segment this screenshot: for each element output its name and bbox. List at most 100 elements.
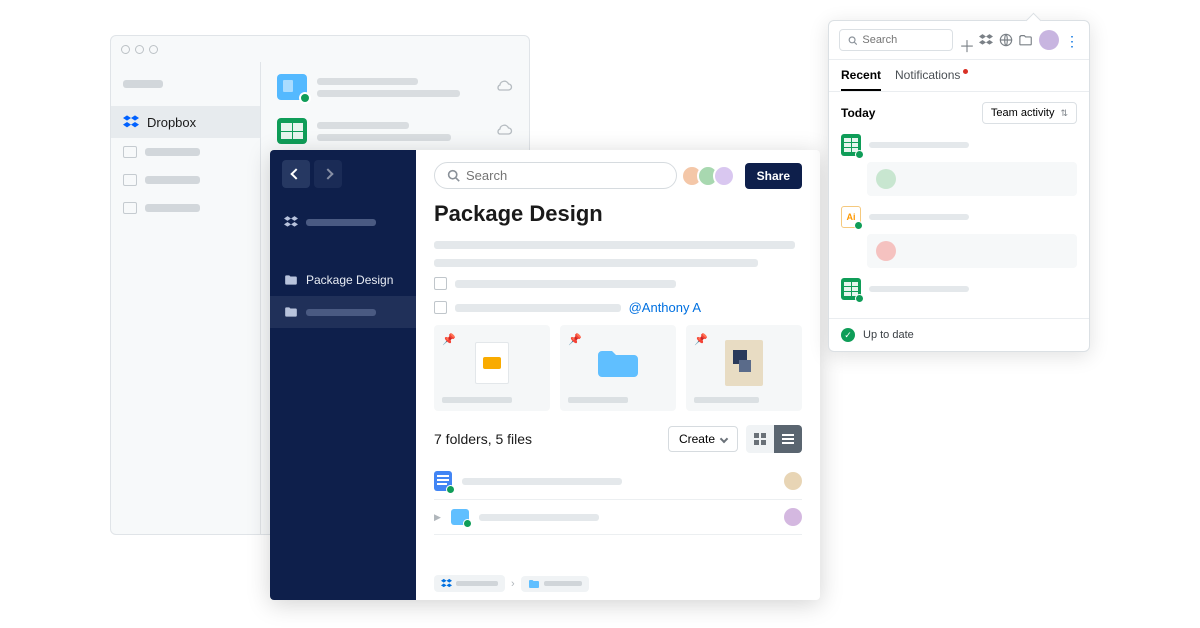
placeholder — [145, 204, 200, 212]
breadcrumb-item[interactable] — [434, 575, 505, 592]
placeholder — [145, 176, 200, 184]
folder-icon — [596, 345, 640, 381]
paper-sidebar: Package Design — [270, 150, 416, 600]
sidebar-label: Dropbox — [147, 115, 196, 130]
tab-notifications[interactable]: Notifications — [895, 60, 960, 91]
file-row[interactable] — [277, 118, 513, 144]
avatar-stack[interactable] — [687, 165, 735, 187]
paper-main: Share Package Design @Anthony A 📌 📌 — [416, 150, 820, 600]
gdoc-icon — [434, 471, 452, 491]
text-placeholder — [455, 280, 676, 288]
file-row[interactable] — [277, 74, 513, 100]
window-dot[interactable] — [135, 45, 144, 54]
text-placeholder — [434, 259, 758, 267]
expand-arrow-icon[interactable]: ▶ — [434, 512, 441, 523]
checkbox[interactable] — [434, 301, 447, 314]
file-row[interactable] — [434, 463, 802, 500]
nav-forward-button[interactable] — [314, 160, 342, 188]
sidebar-label: Package Design — [306, 273, 393, 287]
illustrator-icon: Ai — [841, 206, 861, 228]
filter-dropdown[interactable]: Team activity ⇅ — [982, 102, 1077, 124]
sync-status: ✓ Up to date — [829, 318, 1089, 351]
folder-count: 7 folders, 5 files — [434, 431, 532, 447]
folder-icon — [451, 509, 469, 525]
pin-icon: 📌 — [568, 333, 582, 346]
folder-icon[interactable] — [1019, 33, 1033, 47]
placeholder — [306, 219, 376, 226]
avatar — [713, 165, 735, 187]
view-toggle — [746, 425, 802, 453]
slides-icon — [475, 342, 509, 384]
task-row[interactable]: @Anthony A — [434, 300, 802, 315]
activity-item[interactable] — [841, 278, 1077, 300]
share-button[interactable]: Share — [745, 163, 802, 189]
sidebar-item-package-design[interactable]: Package Design — [270, 264, 416, 296]
avatar — [784, 472, 802, 490]
breadcrumb-item[interactable] — [521, 576, 589, 592]
filter-label: Team activity — [991, 107, 1055, 119]
window-dot[interactable] — [149, 45, 158, 54]
sync-badge-icon — [855, 294, 864, 303]
placeholder — [694, 397, 759, 403]
comment-block — [867, 234, 1077, 268]
sidebar-item-dropbox[interactable]: Dropbox — [111, 106, 260, 138]
titlebar — [111, 36, 529, 62]
create-button[interactable]: Create — [668, 426, 738, 452]
tray-search-box[interactable] — [839, 29, 953, 51]
list-view-button[interactable] — [774, 425, 802, 453]
placeholder — [869, 142, 969, 148]
sync-badge-icon — [854, 221, 863, 230]
sheets-icon — [277, 118, 307, 144]
folder-icon — [123, 146, 137, 158]
sidebar-item[interactable] — [111, 138, 260, 166]
plus-icon[interactable]: ＋ — [959, 33, 973, 47]
placeholder — [123, 80, 163, 88]
attachment-card[interactable]: 📌 — [686, 325, 802, 411]
sidebar-item[interactable] — [111, 166, 260, 194]
pin-icon: 📌 — [442, 333, 456, 346]
create-label: Create — [679, 432, 715, 446]
attachment-card[interactable]: 📌 — [560, 325, 676, 411]
globe-icon[interactable] — [999, 33, 1013, 47]
placeholder — [317, 134, 451, 141]
mention[interactable]: @Anthony A — [629, 300, 701, 315]
sheets-icon — [841, 134, 861, 156]
tray-popover: ＋ ⋮ Recent Notifications Today Team acti… — [828, 20, 1090, 352]
doc-title: Package Design — [434, 201, 802, 227]
activity-item[interactable] — [841, 134, 1077, 196]
more-icon[interactable]: ⋮ — [1065, 33, 1079, 47]
window-dot[interactable] — [121, 45, 130, 54]
avatar — [876, 241, 896, 261]
tab-recent[interactable]: Recent — [841, 60, 881, 91]
folder-icon — [277, 74, 307, 100]
attachment-card[interactable]: 📌 — [434, 325, 550, 411]
folder-icon — [528, 579, 540, 589]
task-row[interactable] — [434, 277, 802, 290]
placeholder — [869, 286, 969, 292]
sidebar-item-dropbox[interactable] — [270, 206, 416, 238]
tray-search-input[interactable] — [862, 34, 944, 46]
file-row[interactable]: ▶ — [434, 500, 802, 535]
grid-view-button[interactable] — [746, 425, 774, 453]
tab-label: Notifications — [895, 68, 960, 82]
nav-back-button[interactable] — [282, 160, 310, 188]
text-placeholder — [455, 304, 621, 312]
folder-icon — [284, 305, 298, 319]
chevron-down-icon — [720, 435, 728, 443]
sidebar-item-folder[interactable] — [270, 296, 416, 328]
notification-dot-icon — [963, 69, 968, 74]
comment-block — [867, 162, 1077, 196]
placeholder — [306, 309, 376, 316]
chevron-right-icon: › — [511, 578, 515, 590]
sidebar-item[interactable] — [111, 194, 260, 222]
pin-icon: 📌 — [694, 333, 708, 346]
user-avatar[interactable] — [1039, 30, 1059, 50]
sort-icon: ⇅ — [1060, 108, 1068, 119]
sync-badge-icon — [446, 485, 455, 494]
checkbox[interactable] — [434, 277, 447, 290]
dropbox-icon[interactable] — [979, 33, 993, 47]
search-box[interactable] — [434, 162, 677, 189]
search-input[interactable] — [466, 168, 664, 183]
activity-item[interactable]: Ai — [841, 206, 1077, 268]
placeholder — [442, 397, 512, 403]
